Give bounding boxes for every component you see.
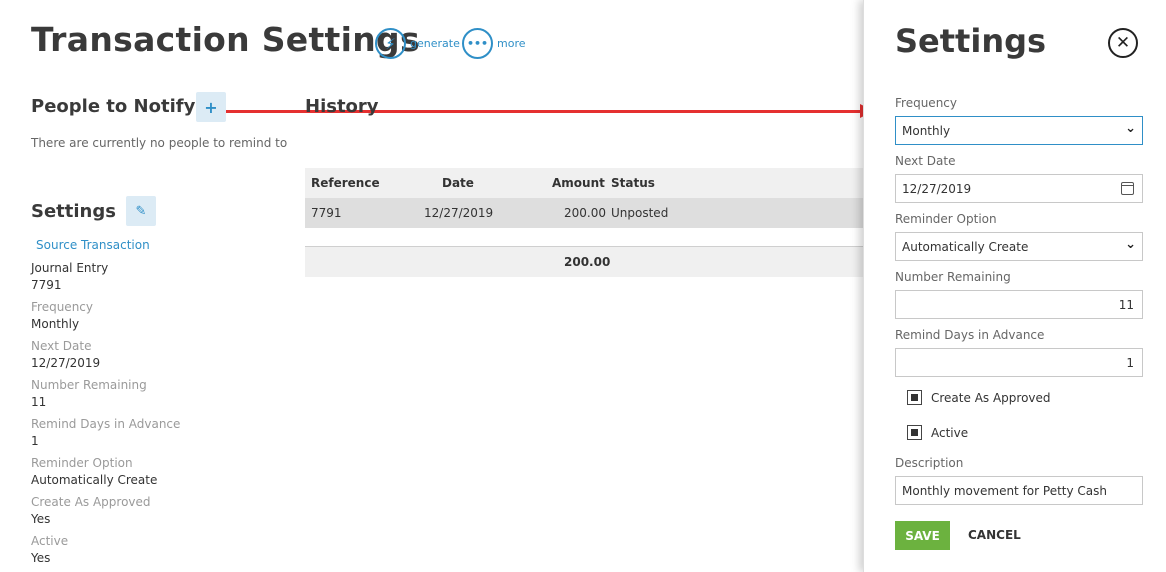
description-value: Monthly movement for Petty Cash (902, 484, 1107, 498)
summary-next-date-value: 12/27/2019 (31, 356, 101, 370)
checkbox-checked-icon (907, 425, 922, 440)
summary-number-remaining-label: Number Remaining (31, 378, 147, 392)
generate-button[interactable]: ⚡︎ generate (375, 28, 460, 59)
remind-days-label: Remind Days in Advance (895, 328, 1045, 342)
add-person-button[interactable]: + (196, 92, 226, 122)
remind-days-field[interactable]: 1 (895, 348, 1143, 377)
reminder-option-value: Automatically Create (902, 240, 1029, 254)
panel-title: Settings (895, 22, 1047, 60)
summary-create-approved-value: Yes (31, 512, 51, 526)
frequency-value: Monthly (902, 124, 951, 138)
number-remaining-label: Number Remaining (895, 270, 1011, 284)
reminder-option-select[interactable]: Automatically Create ⌄ (895, 232, 1143, 261)
active-label: Active (931, 425, 969, 440)
frequency-select[interactable]: Monthly ⌄ (895, 116, 1143, 145)
column-header-date[interactable]: Date (442, 176, 474, 190)
chevron-down-icon: ⌄ (1125, 237, 1136, 252)
plus-icon: + (204, 97, 218, 117)
close-button[interactable]: ✕ (1108, 28, 1138, 58)
total-amount: 200.00 (564, 255, 611, 269)
summary-reminder-option-label: Reminder Option (31, 456, 133, 470)
summary-remind-days-value: 1 (31, 434, 39, 448)
summary-active-label: Active (31, 534, 69, 548)
chevron-down-icon: ⌄ (1125, 121, 1136, 136)
next-date-value: 12/27/2019 (902, 182, 972, 196)
summary-frequency-label: Frequency (31, 300, 93, 314)
pencil-icon: ✎ (135, 203, 147, 219)
next-date-label: Next Date (895, 154, 956, 168)
generate-label: generate (410, 37, 460, 50)
number-remaining-value: 11 (1118, 298, 1134, 312)
column-header-reference[interactable]: Reference (311, 176, 380, 190)
number-remaining-field[interactable]: 11 (895, 290, 1143, 319)
cell-status: Unposted (611, 206, 669, 220)
more-button[interactable]: ••• more (462, 28, 526, 59)
next-date-field[interactable]: 12/27/2019 (895, 174, 1143, 203)
description-label: Description (895, 456, 964, 470)
settings-heading: Settings (31, 201, 116, 222)
source-type: Journal Entry (31, 261, 109, 275)
lightning-icon: ⚡︎ (375, 28, 406, 59)
page-title: Transaction Settings (31, 20, 420, 59)
source-reference: 7791 (31, 278, 62, 292)
summary-active-value: Yes (31, 551, 51, 565)
summary-reminder-option-value: Automatically Create (31, 473, 158, 487)
people-to-notify-heading: People to Notify (31, 96, 196, 117)
table-row[interactable]: 7791 12/27/2019 200.00 Unposted (305, 198, 867, 228)
cancel-button[interactable]: CANCEL (968, 528, 1021, 542)
create-as-approved-checkbox[interactable]: Create As Approved (907, 390, 1051, 405)
frequency-label: Frequency (895, 96, 957, 110)
edit-settings-button[interactable]: ✎ (126, 196, 156, 226)
summary-remind-days-label: Remind Days in Advance (31, 417, 181, 431)
close-icon: ✕ (1115, 33, 1131, 53)
source-transaction-link[interactable]: Source Transaction (36, 238, 150, 252)
no-people-text: There are currently no people to remind … (31, 136, 288, 150)
summary-frequency-value: Monthly (31, 317, 80, 331)
cell-reference: 7791 (311, 206, 342, 220)
history-heading: History (305, 96, 379, 117)
summary-next-date-label: Next Date (31, 339, 92, 353)
more-dots-icon: ••• (462, 28, 493, 59)
create-as-approved-label: Create As Approved (931, 390, 1051, 405)
table-total-row: 200.00 (305, 247, 867, 277)
table-header: Reference Date Amount Status (305, 168, 867, 198)
cell-amount: 200.00 (564, 206, 606, 220)
reminder-option-label: Reminder Option (895, 212, 997, 226)
summary-number-remaining-value: 11 (31, 395, 47, 409)
remind-days-value: 1 (1126, 356, 1134, 370)
cell-date: 12/27/2019 (424, 206, 494, 220)
summary-create-approved-label: Create As Approved (31, 495, 151, 509)
description-field[interactable]: Monthly movement for Petty Cash (895, 476, 1143, 505)
column-header-status[interactable]: Status (611, 176, 655, 190)
calendar-icon[interactable] (1121, 182, 1134, 195)
checkbox-checked-icon (907, 390, 922, 405)
settings-panel: Settings ✕ Frequency Monthly ⌄ Next Date… (863, 0, 1166, 572)
active-checkbox[interactable]: Active (907, 425, 968, 440)
save-button[interactable]: SAVE (895, 521, 950, 550)
column-header-amount[interactable]: Amount (552, 176, 605, 190)
page: Transaction Settings ⚡︎ generate ••• mor… (0, 0, 1166, 572)
more-label: more (497, 37, 526, 50)
